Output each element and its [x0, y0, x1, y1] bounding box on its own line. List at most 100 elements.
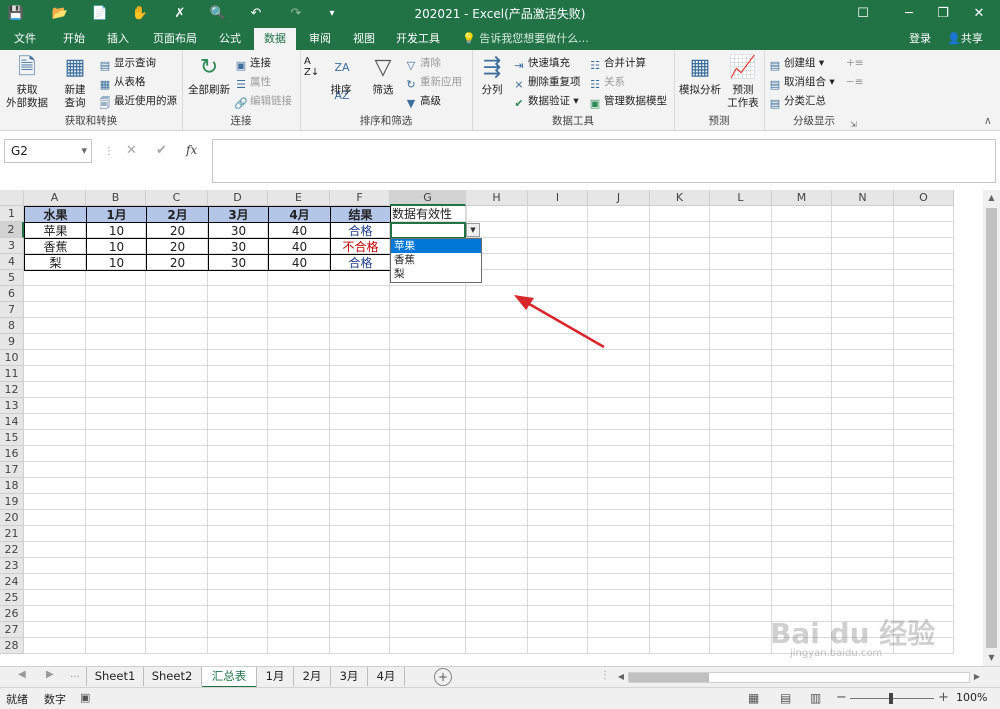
grid-cell[interactable] [86, 510, 146, 526]
grid-cell[interactable] [588, 238, 650, 254]
grid-cell[interactable] [390, 286, 466, 302]
grid-cell[interactable] [146, 270, 208, 286]
row-header[interactable]: 13 [0, 398, 24, 414]
get-external-data-button[interactable]: 🗎 获取 外部数据 [2, 54, 52, 110]
signin-link[interactable]: 登录 [904, 28, 936, 50]
grid-cell[interactable] [390, 334, 466, 350]
row-header[interactable]: 22 [0, 542, 24, 558]
row-header[interactable]: 20 [0, 510, 24, 526]
scroll-left-icon[interactable]: ◀ [614, 670, 628, 683]
grid-cell[interactable] [894, 286, 954, 302]
normal-view-icon[interactable]: ▦ [748, 691, 759, 705]
grid-cell[interactable] [466, 494, 528, 510]
grid-cell[interactable] [86, 494, 146, 510]
sort-button[interactable]: ZA AZ 排序 [328, 54, 354, 102]
page-break-view-icon[interactable]: ▥ [810, 691, 821, 705]
grid-cell[interactable] [710, 494, 772, 510]
grid-cell[interactable] [832, 382, 894, 398]
row-header[interactable]: 23 [0, 558, 24, 574]
grid-cell[interactable] [528, 382, 588, 398]
grid-cell[interactable] [894, 430, 954, 446]
grid-cell[interactable] [390, 430, 466, 446]
grid-cell[interactable] [650, 254, 710, 270]
grid-cell[interactable] [528, 462, 588, 478]
grid-cell[interactable] [528, 446, 588, 462]
grid-cell[interactable] [832, 558, 894, 574]
what-if-button[interactable]: ▦ 模拟分析 [676, 54, 724, 97]
print-icon[interactable]: 🔍 [208, 5, 228, 23]
table-cell[interactable]: 香蕉 [24, 238, 87, 255]
header-cell[interactable]: 1月 [86, 206, 147, 223]
grid-cell[interactable] [588, 254, 650, 270]
grid-cell[interactable] [390, 574, 466, 590]
header-cell[interactable]: 2月 [146, 206, 209, 223]
grid-cell[interactable] [650, 238, 710, 254]
grid-cell[interactable] [86, 334, 146, 350]
grid-cell[interactable] [528, 542, 588, 558]
grid-cell[interactable] [528, 590, 588, 606]
text-to-columns-button[interactable]: ⇶ 分列 [476, 54, 508, 97]
grid-cell[interactable] [24, 526, 86, 542]
tab-page-layout[interactable]: 页面布局 [144, 28, 206, 50]
grid-cell[interactable] [330, 462, 390, 478]
grid-cell[interactable] [24, 366, 86, 382]
grid-cell[interactable] [330, 526, 390, 542]
grid-cell[interactable] [650, 382, 710, 398]
grid-cell[interactable] [24, 494, 86, 510]
grid-cell[interactable] [268, 494, 330, 510]
column-header[interactable]: L [710, 190, 772, 206]
grid-cell[interactable] [208, 558, 268, 574]
grid-cell[interactable] [330, 590, 390, 606]
table-cell[interactable]: 30 [208, 238, 269, 255]
grid-cell[interactable] [330, 558, 390, 574]
grid-cell[interactable] [146, 622, 208, 638]
forecast-sheet-button[interactable]: 📈 预测 工作表 [724, 54, 762, 110]
next-sheet-icon[interactable]: ▶ [46, 669, 54, 680]
prev-sheet-icon[interactable]: ◀ [18, 669, 26, 680]
flash-fill-button[interactable]: ⇥ 快速填充 [512, 54, 570, 72]
grid-cell[interactable] [832, 590, 894, 606]
grid-cell[interactable] [832, 478, 894, 494]
grid-cell[interactable] [528, 606, 588, 622]
grid-cell[interactable] [650, 446, 710, 462]
grid-cell[interactable] [772, 350, 832, 366]
column-header[interactable]: E [268, 190, 330, 206]
grid-cell[interactable] [390, 590, 466, 606]
grid-cell[interactable] [330, 510, 390, 526]
row-header[interactable]: 14 [0, 414, 24, 430]
grid-cell[interactable] [86, 590, 146, 606]
zoom-in-icon[interactable]: + [938, 690, 949, 705]
grid-cell[interactable] [390, 350, 466, 366]
column-header[interactable]: A [24, 190, 86, 206]
row-header[interactable]: 11 [0, 366, 24, 382]
grid-cell[interactable] [86, 318, 146, 334]
grid-cell[interactable] [772, 382, 832, 398]
row-header[interactable]: 1 [0, 206, 24, 222]
header-cell[interactable]: 数据有效性 [390, 206, 467, 223]
grid-cell[interactable] [528, 622, 588, 638]
column-header[interactable]: J [588, 190, 650, 206]
grid-cell[interactable] [24, 606, 86, 622]
zoom-slider[interactable] [850, 693, 934, 704]
grid-cell[interactable] [710, 526, 772, 542]
grid-cell[interactable] [390, 542, 466, 558]
grid-cell[interactable] [528, 510, 588, 526]
grid-cell[interactable] [268, 638, 330, 654]
grid-cell[interactable] [650, 494, 710, 510]
grid-cell[interactable] [894, 222, 954, 238]
refresh-all-button[interactable]: ↻ 全部刷新 [186, 54, 232, 97]
grid-cell[interactable] [24, 270, 86, 286]
grid-cell[interactable] [772, 526, 832, 542]
grid-cell[interactable] [710, 510, 772, 526]
grid-cell[interactable] [330, 286, 390, 302]
grid-cell[interactable] [268, 622, 330, 638]
grid-cell[interactable] [832, 206, 894, 222]
grid-cell[interactable] [528, 206, 588, 222]
grid-cell[interactable] [894, 398, 954, 414]
grid-cell[interactable] [208, 366, 268, 382]
grid-cell[interactable] [268, 446, 330, 462]
row-header[interactable]: 8 [0, 318, 24, 334]
grid-cell[interactable] [146, 430, 208, 446]
grid-cell[interactable] [710, 270, 772, 286]
grid-cell[interactable] [832, 238, 894, 254]
